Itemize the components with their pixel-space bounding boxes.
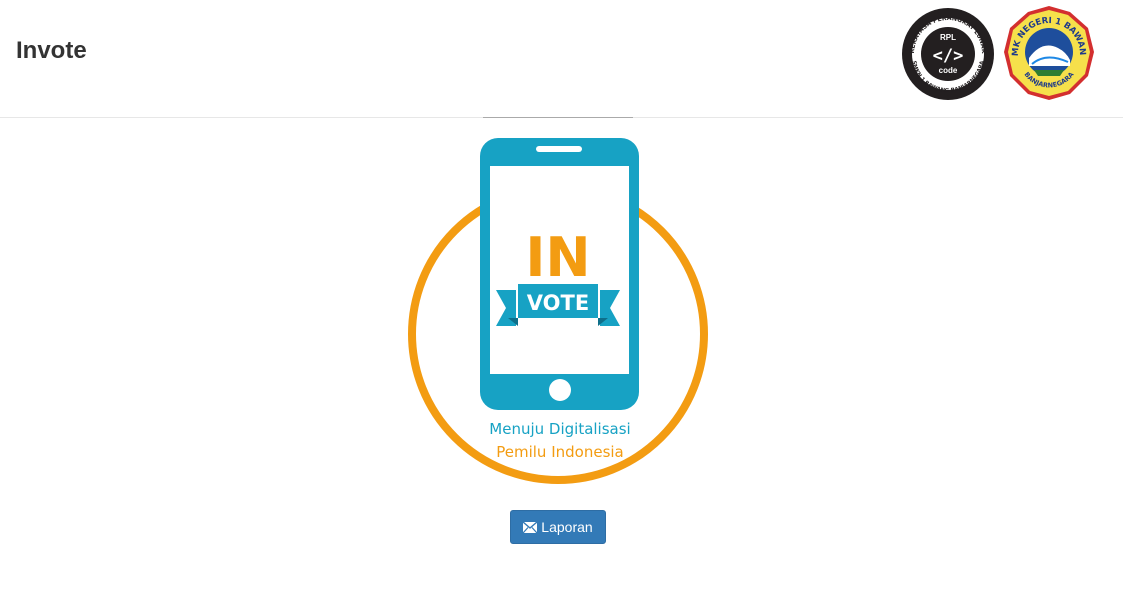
rpl-logo: REKAYASA PERANGKAT LUNAK SMKN 1 BAWANG B… [902, 8, 994, 100]
envelope-icon [523, 521, 538, 533]
phone-home-button [549, 379, 571, 401]
invote-logo: IN VOTE Menuju Digitalisasi Pemilu Indon… [408, 138, 708, 484]
tagline-line2: Pemilu Indonesia [496, 443, 624, 461]
divider-line [483, 117, 633, 118]
logo-word-in: IN [525, 226, 590, 289]
tagline-line1: Menuju Digitalisasi [489, 420, 630, 438]
svg-text:code: code [939, 66, 958, 75]
brand-title[interactable]: Invote [16, 36, 87, 66]
smk-logo: SMK NEGERI 1 BAWANG BANJARNEGARA [1002, 4, 1094, 100]
svg-text:</>: </> [933, 46, 964, 66]
navbar: Invote REKAYASA PERANGKAT LUNAK SMKN 1 B… [0, 0, 1123, 118]
laporan-button-label: Laporan [541, 519, 593, 535]
phone-speaker [536, 146, 582, 152]
laporan-button[interactable]: Laporan [510, 510, 606, 544]
svg-text:RPL: RPL [940, 33, 956, 42]
logo-word-vote: VOTE [527, 291, 589, 315]
